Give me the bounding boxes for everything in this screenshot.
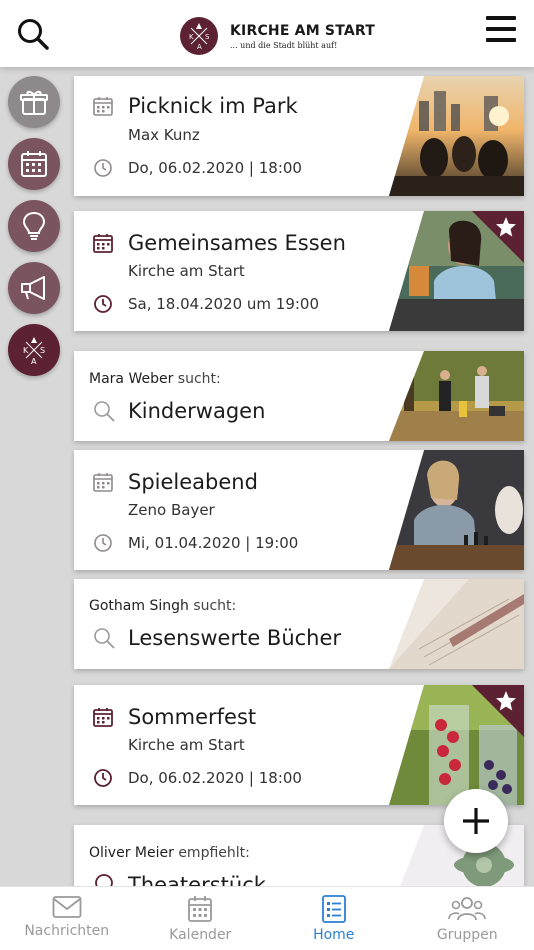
svg-text:S: S bbox=[40, 346, 45, 355]
event-host: Max Kunz bbox=[128, 126, 200, 144]
logo-subtitle: ... und die Stadt blüht auf! bbox=[230, 40, 338, 50]
recommend-verb: empfiehlt: bbox=[178, 845, 250, 861]
tab-home[interactable]: Home bbox=[267, 887, 401, 950]
event-title: Spieleabend bbox=[128, 470, 258, 494]
kas-logo-icon: K SA bbox=[23, 337, 45, 366]
park-picnic-image bbox=[389, 76, 524, 196]
calendar-icon bbox=[93, 234, 113, 253]
event-title: Gemeinsames Essen bbox=[128, 231, 346, 255]
announcements-filter-button[interactable] bbox=[8, 262, 60, 314]
event-time: Sa, 18.04.2020 um 19:00 bbox=[128, 295, 320, 313]
gift-icon bbox=[20, 90, 48, 115]
magnifier-icon bbox=[94, 628, 115, 649]
hamburger-menu-icon[interactable] bbox=[486, 16, 516, 42]
plus-icon bbox=[463, 808, 489, 834]
svg-text:K: K bbox=[23, 346, 29, 355]
tab-gruppen[interactable]: Gruppen bbox=[401, 887, 534, 950]
star-icon bbox=[496, 691, 516, 711]
author-name: Oliver Meier bbox=[89, 845, 174, 861]
app-header: K S A KIRCHE AM START ... und die Stadt … bbox=[0, 0, 534, 67]
event-card-featured[interactable]: Gemeinsames Essen Kirche am Start Sa, 18… bbox=[74, 211, 524, 331]
logo-letter-a: A bbox=[197, 43, 202, 51]
search-title: Kinderwagen bbox=[128, 399, 266, 423]
gift-filter-button[interactable] bbox=[8, 76, 60, 128]
tab-nachrichten[interactable]: Nachrichten bbox=[0, 887, 134, 950]
tab-label: Kalender bbox=[169, 927, 232, 943]
search-card[interactable]: Mara Weber sucht: Kinderwagen bbox=[74, 351, 524, 441]
calendar-icon bbox=[93, 97, 113, 116]
logo-letter-k: K bbox=[189, 33, 194, 41]
event-time: Do, 06.02.2020 | 18:00 bbox=[128, 159, 302, 177]
clock-icon bbox=[94, 295, 112, 313]
event-card[interactable]: Picknick im Park Max Kunz Do, 06.02.2020… bbox=[74, 76, 524, 196]
event-card-featured[interactable]: Sommerfest Kirche am Start Do, 06.02.202… bbox=[74, 685, 524, 805]
search-card[interactable]: Gotham Singh sucht: Lesenswerte Bücher bbox=[74, 579, 524, 669]
tab-label: Home bbox=[313, 927, 355, 943]
event-card[interactable]: Spieleabend Zeno Bayer Mi, 01.04.2020 | … bbox=[74, 450, 524, 570]
logo-letter-s: S bbox=[205, 33, 210, 41]
event-host: Zeno Bayer bbox=[128, 501, 215, 519]
recommend-author-line: Oliver Meier empfiehlt: bbox=[89, 845, 250, 861]
search-author-line: Mara Weber sucht: bbox=[89, 371, 221, 387]
open-book-image bbox=[389, 579, 524, 669]
bottom-tab-bar: Nachrichten Kalender Home Gruppen bbox=[0, 886, 534, 950]
event-time: Mi, 01.04.2020 | 19:00 bbox=[128, 534, 299, 552]
author-name: Gotham Singh bbox=[89, 598, 189, 614]
calendar-icon bbox=[93, 473, 113, 492]
tab-label: Nachrichten bbox=[24, 923, 110, 939]
tab-kalender[interactable]: Kalender bbox=[134, 887, 268, 950]
clock-icon bbox=[94, 534, 112, 552]
event-host: Kirche am Start bbox=[128, 262, 245, 280]
search-author-line: Gotham Singh sucht: bbox=[89, 598, 236, 614]
calendar-icon bbox=[188, 896, 213, 922]
search-icon[interactable] bbox=[16, 17, 50, 51]
kas-filter-button[interactable]: K SA bbox=[8, 324, 60, 376]
chess-game-image bbox=[389, 450, 524, 570]
event-time: Do, 06.02.2020 | 18:00 bbox=[128, 769, 302, 787]
app-logo[interactable]: K S A KIRCHE AM START ... und die Stadt … bbox=[180, 16, 375, 56]
search-verb: sucht: bbox=[193, 598, 237, 614]
calendar-icon bbox=[93, 708, 113, 727]
group-icon bbox=[448, 897, 487, 921]
calendar-filter-button[interactable] bbox=[8, 138, 60, 190]
svg-text:A: A bbox=[31, 357, 37, 366]
calendar-icon bbox=[21, 151, 47, 177]
category-rail: K SA bbox=[8, 76, 60, 386]
event-title: Sommerfest bbox=[128, 705, 257, 729]
star-icon bbox=[496, 217, 516, 237]
event-title: Picknick im Park bbox=[128, 94, 298, 118]
megaphone-icon bbox=[21, 276, 45, 300]
event-host: Kirche am Start bbox=[128, 736, 245, 754]
lightbulb-icon bbox=[22, 211, 46, 240]
clock-icon bbox=[94, 159, 112, 177]
ideas-filter-button[interactable] bbox=[8, 200, 60, 252]
kas-logo-icon: K S A bbox=[180, 17, 218, 55]
add-button[interactable] bbox=[444, 789, 508, 853]
park-family-image bbox=[389, 351, 524, 441]
tab-label: Gruppen bbox=[436, 927, 498, 943]
search-title: Lesenswerte Bücher bbox=[128, 626, 342, 650]
author-name: Mara Weber bbox=[89, 371, 174, 387]
mail-icon bbox=[52, 896, 82, 918]
magnifier-icon bbox=[94, 401, 115, 422]
list-icon bbox=[321, 895, 346, 923]
logo-title: KIRCHE AM START bbox=[230, 22, 375, 39]
search-verb: sucht: bbox=[177, 371, 221, 387]
clock-icon bbox=[94, 769, 112, 787]
